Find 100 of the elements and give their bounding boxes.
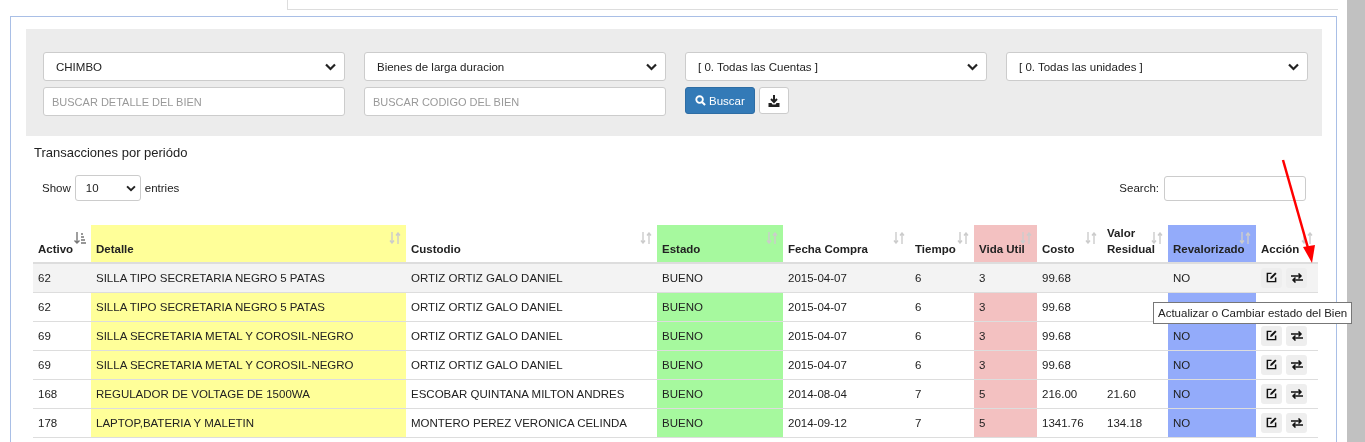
- edit-button[interactable]: [1261, 354, 1282, 375]
- table-cell: BUENO: [662, 271, 703, 284]
- table-cell: ORTIZ ORTIZ GALO DANIEL: [411, 271, 563, 284]
- table-cell: 2015-04-07: [788, 329, 847, 342]
- entries-label: entries: [144, 182, 180, 194]
- table-cell: 2015-04-07: [788, 271, 847, 284]
- swap-button[interactable]: [1286, 412, 1307, 433]
- table-cell: 7: [915, 387, 922, 400]
- table-cell: 134.18: [1107, 416, 1143, 429]
- chevron-icon: [967, 62, 978, 71]
- table-cell: ORTIZ ORTIZ GALO DANIEL: [411, 300, 563, 313]
- table-cell: BUENO: [662, 358, 703, 371]
- edit-button[interactable]: [1261, 412, 1282, 433]
- table-cell: REGULADOR DE VOLTAGE DE 1500WA: [96, 387, 310, 400]
- search-field[interactable]: BUSCAR CODIGO DEL BIEN: [364, 87, 666, 116]
- table-cell: ORTIZ ORTIZ GALO DANIEL: [411, 329, 563, 342]
- search-label: Search:: [1119, 182, 1159, 194]
- table-row[interactable]: 69 SILLA SECRETARIA METAL Y COROSIL-NEGRO ORTIZ ORTIZ GALO DANIEL BUENO 2015-04-07 6 3 99.68 NO: [33, 350, 1318, 379]
- chevron-icon: [125, 184, 136, 192]
- table-cell: 5: [979, 416, 986, 429]
- table-cell: 3: [979, 358, 986, 371]
- table-cell: 2014-08-04: [788, 387, 847, 400]
- table-row[interactable]: 62 SILLA TIPO SECRETARIA NEGRO 5 PATAS ORTIZ ORTIZ GALO DANIEL BUENO 2015-04-07 6 3 99.68 NO: [33, 263, 1318, 292]
- swap-button[interactable]: [1286, 354, 1307, 375]
- table-row[interactable]: 178 LAPTOP,BATERIA Y MALETIN MONTERO PEREZ VERONICA CELINDA BUENO 2014-09-12 7 5 1341.76 134.18 NO: [33, 408, 1318, 437]
- download-icon: [767, 94, 780, 107]
- show-label: Show: [42, 182, 71, 194]
- table-search-field[interactable]: [1164, 175, 1306, 201]
- chevron-icon: [1288, 62, 1299, 71]
- table-cell: 62: [38, 271, 51, 284]
- table-row[interactable]: 168 REGULADOR DE VOLTAGE DE 1500WA ESCOBAR QUINTANA MILTON ANDRES BUENO 2014-08-04 7 5 216.00 21.60 NO: [33, 379, 1318, 408]
- table-cell: MONTERO PEREZ VERONICA CELINDA: [411, 416, 627, 429]
- table-cell: NO: [1173, 329, 1191, 342]
- dropdown[interactable]: [ 0. Todas las Cuentas ]: [685, 52, 987, 81]
- table-cell: 178: [38, 416, 58, 429]
- chevron-icon: [325, 62, 336, 71]
- table-cell: SILLA TIPO SECRETARIA NEGRO 5 PATAS: [96, 300, 325, 313]
- table-cell: 216.00: [1042, 387, 1078, 400]
- column-header[interactable]: Estado: [657, 225, 783, 263]
- column-header[interactable]: Vida Util: [974, 225, 1037, 263]
- swap-button[interactable]: [1286, 383, 1307, 404]
- table-cell: BUENO: [662, 329, 703, 342]
- table-cell: 2015-04-07: [788, 300, 847, 313]
- table-cell: 6: [915, 300, 922, 313]
- dropdown[interactable]: CHIMBO: [43, 52, 345, 81]
- swap-arrows-icon: [1290, 388, 1303, 399]
- table-row[interactable]: 69 SILLA SECRETARIA METAL Y COROSIL-NEGRO ORTIZ ORTIZ GALO DANIEL BUENO 2015-04-07 6 3 99.68 NO: [33, 321, 1318, 350]
- table-cell: 168: [38, 387, 58, 400]
- table-cell: NO: [1173, 416, 1191, 429]
- section-title: Transacciones por periódo: [34, 145, 189, 160]
- table-cell: 6: [915, 358, 922, 371]
- table-cell: 6: [915, 271, 922, 284]
- edit-button[interactable]: [1261, 325, 1282, 346]
- table-cell: SILLA SECRETARIA METAL Y COROSIL-NEGRO: [96, 358, 354, 371]
- swap-arrows-icon: [1290, 417, 1303, 428]
- table-cell: 99.68: [1042, 271, 1071, 284]
- table-cell: BUENO: [662, 300, 703, 313]
- table-cell: 99.68: [1042, 300, 1071, 313]
- swap-button[interactable]: [1286, 267, 1307, 288]
- tooltip: Actualizar o Cambiar estado del Bien: [1153, 302, 1353, 324]
- download-button[interactable]: [758, 87, 789, 114]
- table-cell: 3: [979, 329, 986, 342]
- edit-button[interactable]: [1261, 383, 1282, 404]
- table-cell: BUENO: [662, 416, 703, 429]
- table-cell: 6: [915, 329, 922, 342]
- edit-icon: [1266, 388, 1277, 399]
- table-cell: 7: [915, 416, 922, 429]
- table-cell: 21.60: [1107, 387, 1136, 400]
- swap-arrows-icon: [1290, 272, 1303, 283]
- table-cell: 3: [979, 300, 986, 313]
- table-cell: 69: [38, 329, 51, 342]
- table-cell: 99.68: [1042, 358, 1071, 371]
- table-cell: NO: [1173, 387, 1191, 400]
- swap-arrows-icon: [1290, 359, 1303, 370]
- chevron-icon: [646, 62, 657, 71]
- table-cell: 2015-04-07: [788, 358, 847, 371]
- swap-button[interactable]: [1286, 325, 1307, 346]
- edit-icon: [1266, 272, 1277, 284]
- search-field[interactable]: BUSCAR DETALLE DEL BIEN: [43, 87, 345, 116]
- search-button[interactable]: Buscar: [685, 87, 755, 114]
- edit-button[interactable]: [1261, 267, 1282, 288]
- search-icon: [695, 95, 706, 106]
- dropdown[interactable]: [ 0. Todas las unidades ]: [1006, 52, 1308, 81]
- entries-dropdown[interactable]: 10: [74, 175, 141, 201]
- table-cell: SILLA TIPO SECRETARIA NEGRO 5 PATAS: [96, 271, 325, 284]
- table-cell: 62: [38, 300, 51, 313]
- table-cell: 69: [38, 358, 51, 371]
- table-cell: ORTIZ ORTIZ GALO DANIEL: [411, 358, 563, 371]
- edit-icon: [1266, 359, 1277, 370]
- dropdown[interactable]: Bienes de larga duracion: [364, 52, 666, 81]
- edit-icon: [1266, 330, 1277, 341]
- table-cell: 3: [979, 271, 986, 284]
- edit-icon: [1266, 417, 1277, 428]
- table-cell: 99.68: [1042, 329, 1071, 342]
- table-cell: LAPTOP,BATERIA Y MALETIN: [96, 416, 255, 429]
- table-cell: NO: [1173, 358, 1191, 371]
- table-cell: 5: [979, 387, 986, 400]
- table-cell: NO: [1173, 271, 1191, 284]
- column-header[interactable]: Detalle: [91, 225, 406, 263]
- column-header[interactable]: Revalorizado: [1168, 225, 1256, 263]
